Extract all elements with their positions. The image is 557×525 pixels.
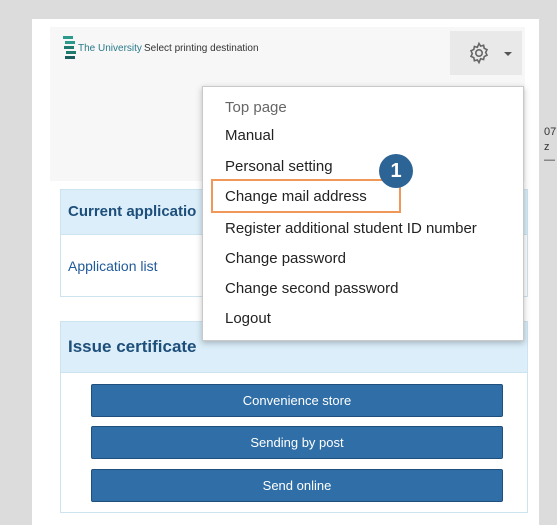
menu-item-manual[interactable]: Manual bbox=[225, 124, 274, 148]
issue-certificate-panel: Issue certificate Convenience store Send… bbox=[60, 321, 528, 513]
settings-dropdown-menu: Top page Manual Personal setting Change … bbox=[202, 86, 524, 341]
gear-icon bbox=[469, 41, 489, 65]
menu-item-change-second-password[interactable]: Change second password bbox=[225, 277, 398, 301]
step-badge: 1 bbox=[379, 154, 413, 188]
page-subtitle: Select printing destination bbox=[144, 43, 259, 54]
application-list-link[interactable]: Application list bbox=[68, 258, 158, 274]
menu-item-register-student-id[interactable]: Register additional student ID number bbox=[225, 217, 477, 241]
edge-fragment: z bbox=[544, 141, 550, 153]
chevron-down-icon bbox=[504, 52, 512, 56]
menu-item-change-password[interactable]: Change password bbox=[225, 247, 346, 271]
menu-item-personal-setting[interactable]: Personal setting bbox=[225, 155, 333, 179]
settings-menu-button[interactable] bbox=[450, 31, 522, 75]
university-logo bbox=[63, 36, 76, 59]
menu-item-top-page[interactable]: Top page bbox=[225, 96, 287, 120]
edge-fragment: 07 bbox=[544, 126, 557, 138]
sending-by-post-button[interactable]: Sending by post bbox=[91, 426, 503, 459]
edge-fragment: — bbox=[544, 154, 555, 166]
menu-item-change-mail-address[interactable]: Change mail address bbox=[225, 185, 367, 209]
send-online-button[interactable]: Send online bbox=[91, 469, 503, 502]
menu-item-logout[interactable]: Logout bbox=[225, 307, 271, 331]
convenience-store-button[interactable]: Convenience store bbox=[91, 384, 503, 417]
brand-name: The University bbox=[78, 43, 142, 54]
